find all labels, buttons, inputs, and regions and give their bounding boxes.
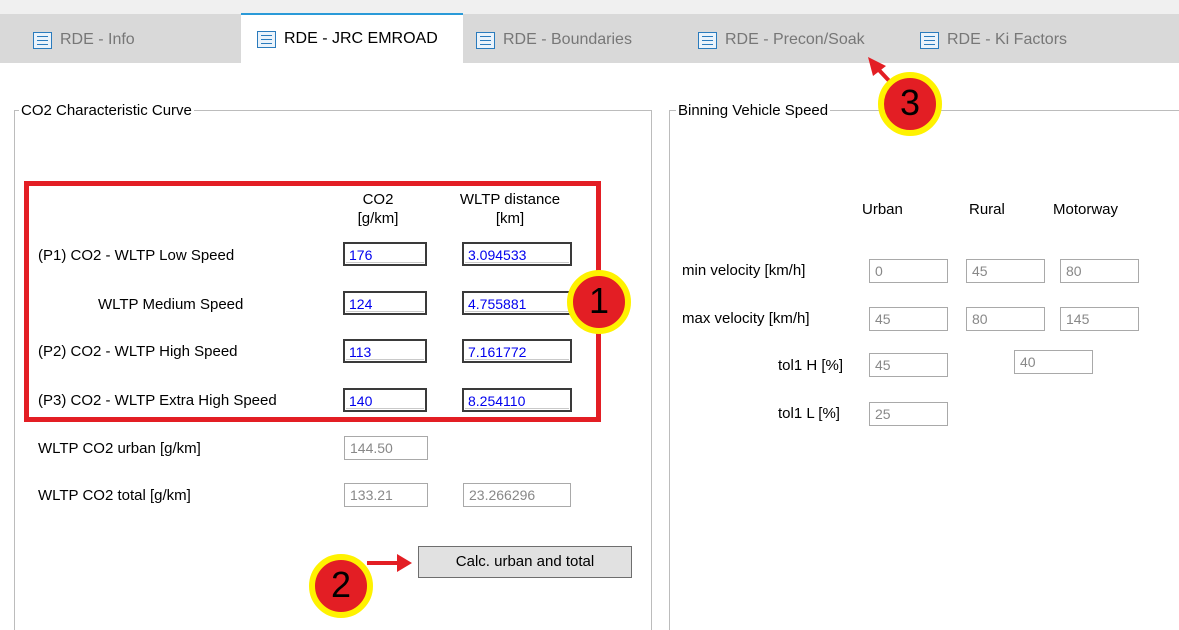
form-icon [698,31,717,49]
rural-column-header: Rural [969,201,1005,218]
form-icon [33,31,52,49]
tab-rde-precon-soak[interactable]: RDE - Precon/Soak [698,17,865,63]
binning-group-title: Binning Vehicle Speed [676,102,831,119]
max-velocity-motorway: 145 [1060,307,1139,331]
annotation-badge-3: 3 [878,72,942,136]
min-velocity-rural: 45 [966,259,1045,283]
tab-label: RDE - Info [60,31,135,48]
highlight-box [24,181,601,422]
co2-urban-label: WLTP CO2 urban [g/km] [38,440,201,457]
min-velocity-motorway: 80 [1060,259,1139,283]
form-icon [920,31,939,49]
tab-label: RDE - Boundaries [503,31,632,48]
co2-group-title: CO2 Characteristic Curve [19,102,194,119]
tab-label: RDE - JRC EMROAD [284,30,438,47]
tab-rde-ki-factors[interactable]: RDE - Ki Factors [920,17,1067,63]
form-icon [257,30,276,48]
annotation-badge-1: 1 [567,270,631,334]
calc-urban-total-button[interactable]: Calc. urban and total [418,546,632,578]
tol1-h-urban: 45 [869,353,948,377]
total-distance-value: 23.266296 [463,483,571,507]
tab-rde-boundaries[interactable]: RDE - Boundaries [476,17,632,63]
tol1-l-urban: 25 [869,402,948,426]
tab-label: RDE - Precon/Soak [725,31,865,48]
co2-total-value: 133.21 [344,483,428,507]
min-velocity-urban: 0 [869,259,948,283]
tab-rde-info[interactable]: RDE - Info [33,17,135,63]
form-icon [476,31,495,49]
tol1-l-label: tol1 L [%] [778,405,840,422]
max-velocity-urban: 45 [869,307,948,331]
tol1-h-rural: 40 [1014,350,1093,374]
co2-total-label: WLTP CO2 total [g/km] [38,487,191,504]
annotation-badge-2: 2 [309,554,373,618]
co2-urban-value: 144.50 [344,436,428,460]
urban-column-header: Urban [862,201,903,218]
max-velocity-label: max velocity [km/h] [682,310,810,327]
max-velocity-rural: 80 [966,307,1045,331]
tab-strip: RDE - Info RDE - JRC EMROAD RDE - Bounda… [0,0,1179,63]
tab-label: RDE - Ki Factors [947,31,1068,48]
tol1-h-label: tol1 H [%] [778,357,844,374]
min-velocity-label: min velocity [km/h] [682,262,806,279]
motorway-column-header: Motorway [1053,201,1119,218]
tab-rde-jrc-emroad[interactable]: RDE - JRC EMROAD [241,13,463,63]
